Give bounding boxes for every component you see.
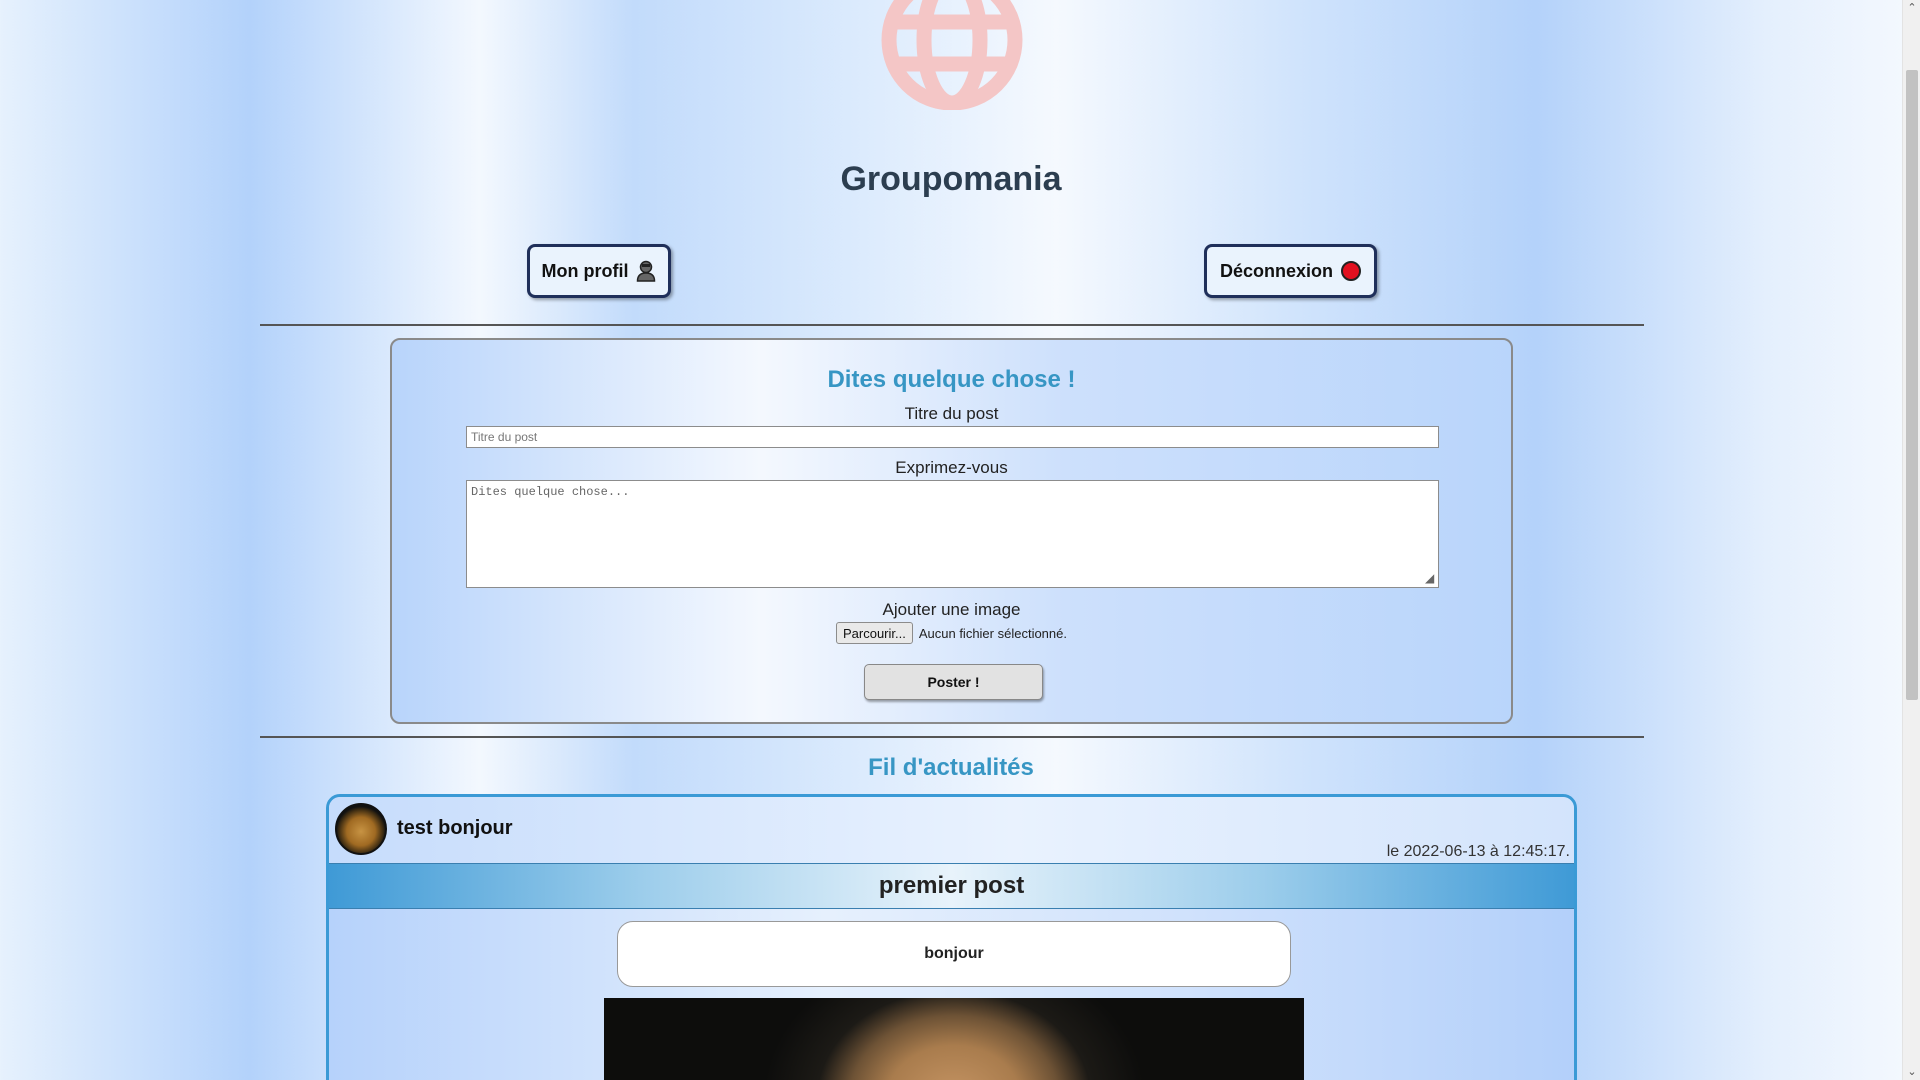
scroll-up-icon[interactable]: ⌃ <box>1903 0 1920 16</box>
vertical-scrollbar[interactable]: ⌃ ⌄ <box>1902 0 1920 1080</box>
post-body-textarea[interactable] <box>466 480 1439 588</box>
post-date: le 2022-06-13 à 12:45:17. <box>1386 843 1570 860</box>
divider <box>260 736 1644 738</box>
user-icon <box>637 260 656 282</box>
globe-icon <box>881 0 1023 110</box>
profile-button-label: Mon profil <box>541 260 629 281</box>
file-status: Aucun fichier sélectionné. <box>918 625 1067 641</box>
post-title: premier post <box>878 872 1025 899</box>
file-picker: Parcourir... Aucun fichier sélectionné. <box>392 622 1511 644</box>
logout-button-label: Déconnexion <box>1219 260 1334 281</box>
divider <box>260 324 1644 326</box>
red-dot-icon <box>1341 261 1362 281</box>
scrollbar-thumb[interactable] <box>1906 70 1918 700</box>
logout-button[interactable]: Déconnexion <box>1204 244 1377 298</box>
post-card: test bonjour le 2022-06-13 à 12:45:17. p… <box>326 794 1577 1080</box>
form-heading: Dites quelque chose ! <box>827 366 1076 393</box>
scroll-down-icon[interactable]: ⌄ <box>1903 1064 1920 1080</box>
body-label: Exprimez-vous <box>895 458 1008 477</box>
resize-handle-icon[interactable]: ◢ <box>1425 572 1437 584</box>
image-label: Ajouter une image <box>882 600 1021 619</box>
post-image[interactable] <box>604 998 1304 1080</box>
post-author[interactable]: test bonjour <box>397 817 513 840</box>
title-label: Titre du post <box>904 404 999 423</box>
submit-post-button[interactable]: Poster ! <box>864 664 1043 700</box>
post-title-bar: premier post <box>329 863 1574 909</box>
profile-button[interactable]: Mon profil <box>527 244 671 298</box>
avatar[interactable] <box>335 803 387 855</box>
page: Groupomania Mon profil Déconnexion Dites… <box>0 0 1902 1080</box>
feed-heading: Fil d'actualités <box>868 754 1034 781</box>
post-body: bonjour <box>617 921 1291 987</box>
site-title: Groupomania <box>840 160 1062 198</box>
post-title-input[interactable] <box>466 426 1439 448</box>
post-header: test bonjour le 2022-06-13 à 12:45:17. <box>329 797 1574 863</box>
new-post-form: Dites quelque chose ! Titre du post Expr… <box>390 338 1513 724</box>
browse-button[interactable]: Parcourir... <box>835 622 913 644</box>
